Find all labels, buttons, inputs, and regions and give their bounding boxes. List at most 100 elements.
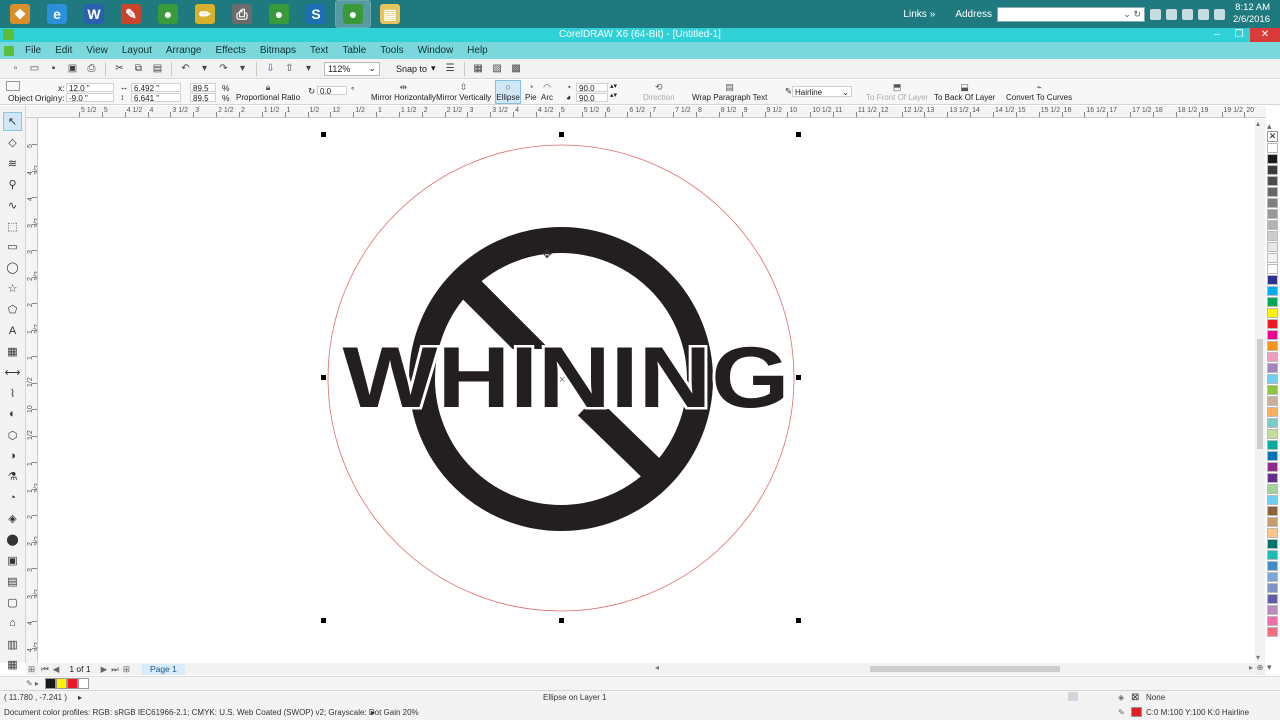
to-back-of-layer-button[interactable]: ⬓ To Back Of Layer	[934, 82, 995, 102]
menu-view[interactable]: View	[79, 42, 115, 59]
palette-swatch[interactable]	[1267, 385, 1278, 395]
palette-swatch[interactable]	[1267, 253, 1278, 263]
docker-3-icon[interactable]: ▢	[4, 594, 21, 611]
links-label[interactable]: Links	[903, 9, 926, 20]
mirror-horizontally-button[interactable]: ⇹ Mirror Horizontally	[371, 82, 436, 102]
paste-icon[interactable]: ▤	[151, 62, 164, 75]
arc-button[interactable]: ◠ Arc	[541, 82, 553, 102]
scroll-up-icon[interactable]: ▴	[1256, 119, 1260, 128]
restore-button[interactable]: ❐	[1228, 28, 1250, 42]
palette-scroll-down-icon[interactable]: ▾	[1267, 662, 1272, 673]
palette-swatch[interactable]	[1267, 528, 1278, 538]
taskbar-app-word[interactable]: W	[77, 1, 111, 27]
scroll-left-icon[interactable]: ◂	[655, 663, 659, 672]
docker-6-icon[interactable]: ▦	[4, 656, 21, 673]
handle-middle-right[interactable]	[796, 375, 801, 380]
address-input[interactable]: ⌄ ↻	[997, 6, 1146, 22]
palette-swatch[interactable]	[1267, 231, 1278, 241]
docpal-swatch[interactable]	[66, 678, 78, 689]
menu-file[interactable]: File	[18, 42, 48, 59]
whining-text[interactable]: WHINING	[340, 328, 792, 429]
shape-tool-icon[interactable]: ◇	[4, 134, 21, 151]
taskbar-app-printer[interactable]: ⎙	[225, 1, 259, 27]
options-icon[interactable]: ☰	[444, 62, 457, 75]
taskbar-app-coreldraw-graphics[interactable]: ✎	[114, 1, 148, 27]
taskbar-clock[interactable]: 8:12 AM 2/6/2016	[1233, 2, 1270, 26]
palette-swatch[interactable]	[1267, 154, 1278, 164]
docpal-swatch[interactable]	[55, 678, 67, 689]
palette-swatch[interactable]	[1267, 429, 1278, 439]
palette-swatch[interactable]	[1267, 308, 1278, 318]
ellipse-button[interactable]: ○ Ellipse	[495, 80, 521, 104]
page-add-before-icon[interactable]: ⊞	[28, 664, 35, 675]
print-icon[interactable]: ⎙	[85, 62, 98, 75]
menu-arrange[interactable]: Arrange	[159, 42, 209, 59]
palette-swatch[interactable]	[1267, 363, 1278, 373]
cut-icon[interactable]: ✂	[113, 62, 126, 75]
table-tool-icon[interactable]: ▦	[4, 343, 21, 360]
text-tool-icon[interactable]: A	[4, 322, 21, 339]
new-icon[interactable]: ▫	[9, 62, 22, 75]
palette-swatch[interactable]	[1267, 616, 1278, 626]
taskbar-app-coreldraw-active[interactable]: ●	[335, 0, 371, 28]
taskbar-app-start[interactable]: ❖	[3, 1, 37, 27]
palette-swatch[interactable]	[1267, 473, 1278, 483]
fill-tool-icon[interactable]: ◈	[4, 510, 21, 527]
menu-window[interactable]: Window	[411, 42, 461, 59]
docpal-eyedropper-icon[interactable]: ✎ ▸	[26, 679, 39, 688]
angle-spinners[interactable]: ▴▾ ▴▾	[610, 82, 617, 100]
scroll-down-icon[interactable]: ▾	[1256, 653, 1260, 662]
navigator-icon[interactable]: ⊕	[1255, 663, 1265, 675]
snap-to-dropdown[interactable]: Snap to ▾	[396, 63, 436, 74]
width-field[interactable]: 6.492 "	[131, 83, 181, 93]
end-angle-field[interactable]: 90.0	[576, 93, 608, 103]
palette-swatch[interactable]	[1267, 506, 1278, 516]
palette-swatch[interactable]	[1267, 187, 1278, 197]
palette-swatch[interactable]	[1267, 550, 1278, 560]
horizontal-scroll-thumb[interactable]	[870, 666, 1060, 672]
transparency-tool-icon[interactable]: ◑	[4, 447, 21, 464]
palette-swatch[interactable]	[1267, 286, 1278, 296]
first-page-icon[interactable]: ⏮	[41, 664, 49, 675]
basic-shapes-icon[interactable]: ⬠	[4, 301, 21, 318]
tray-chevron-icon[interactable]	[1150, 8, 1162, 20]
docker-1-icon[interactable]: ▣	[4, 552, 21, 569]
palette-swatch[interactable]	[1267, 176, 1278, 186]
horizontal-ruler[interactable]: 5 1/2 5 4 1/2 4 3 1/2 3 2 1/2 2 1 1/2 1 1/2 12 1/2 1 1…	[26, 106, 1266, 118]
vertical-scrollbar[interactable]: ▴ ▾	[1255, 119, 1265, 662]
snap-to-dropdown-icon[interactable]: ▾	[431, 63, 436, 74]
menu-layout[interactable]: Layout	[115, 42, 159, 59]
convert-to-curves-button[interactable]: ⌁ Convert To Curves	[1006, 82, 1072, 102]
palette-swatch[interactable]	[1267, 572, 1278, 582]
palette-swatch[interactable]	[1267, 484, 1278, 494]
handle-bottom-left[interactable]	[321, 618, 326, 623]
palette-swatch[interactable]	[1267, 539, 1278, 549]
document-color-profiles[interactable]: Document color profiles: RGB: sRGB IEC61…	[4, 708, 419, 717]
application-launcher-icon[interactable]: ▩	[510, 62, 523, 75]
color-profiles-arrow-icon[interactable]: ▸	[371, 708, 375, 717]
menu-text[interactable]: Text	[303, 42, 335, 59]
proportional-ratio-button[interactable]: 🔒︎ Proportional Ratio	[236, 82, 300, 102]
docpal-swatch[interactable]	[77, 678, 89, 689]
menu-help[interactable]: Help	[460, 42, 495, 59]
document-icon[interactable]	[4, 45, 14, 56]
taskbar-app-corel-paint[interactable]: ✏	[188, 1, 222, 27]
pie-button[interactable]: ◔ Pie	[525, 82, 537, 102]
palette-swatch[interactable]	[1267, 583, 1278, 593]
outline-dropdown-icon[interactable]: ⌄	[842, 87, 849, 98]
palette-swatch[interactable]	[1267, 165, 1278, 175]
palette-swatch[interactable]	[1267, 220, 1278, 230]
tray-app-icon[interactable]	[1198, 8, 1210, 20]
redo-icon[interactable]: ↷	[217, 62, 230, 75]
artwork-svg[interactable]: WHINING × ✥	[39, 119, 1255, 662]
palette-swatch[interactable]	[1267, 143, 1278, 153]
status-arrow-icon[interactable]: ▸	[78, 693, 82, 702]
page-add-after-icon[interactable]: ⊞	[123, 664, 130, 675]
menu-table[interactable]: Table	[335, 42, 373, 59]
palette-swatch[interactable]	[1267, 242, 1278, 252]
dimension-tool-icon[interactable]: ⟷	[4, 364, 21, 381]
outline-tool-icon[interactable]: ◔	[4, 489, 21, 506]
copy-icon[interactable]: ⧉	[132, 62, 145, 75]
freehand-tool-icon[interactable]: ∿	[4, 197, 21, 214]
x-position-field[interactable]: 12.0 "	[66, 83, 114, 93]
